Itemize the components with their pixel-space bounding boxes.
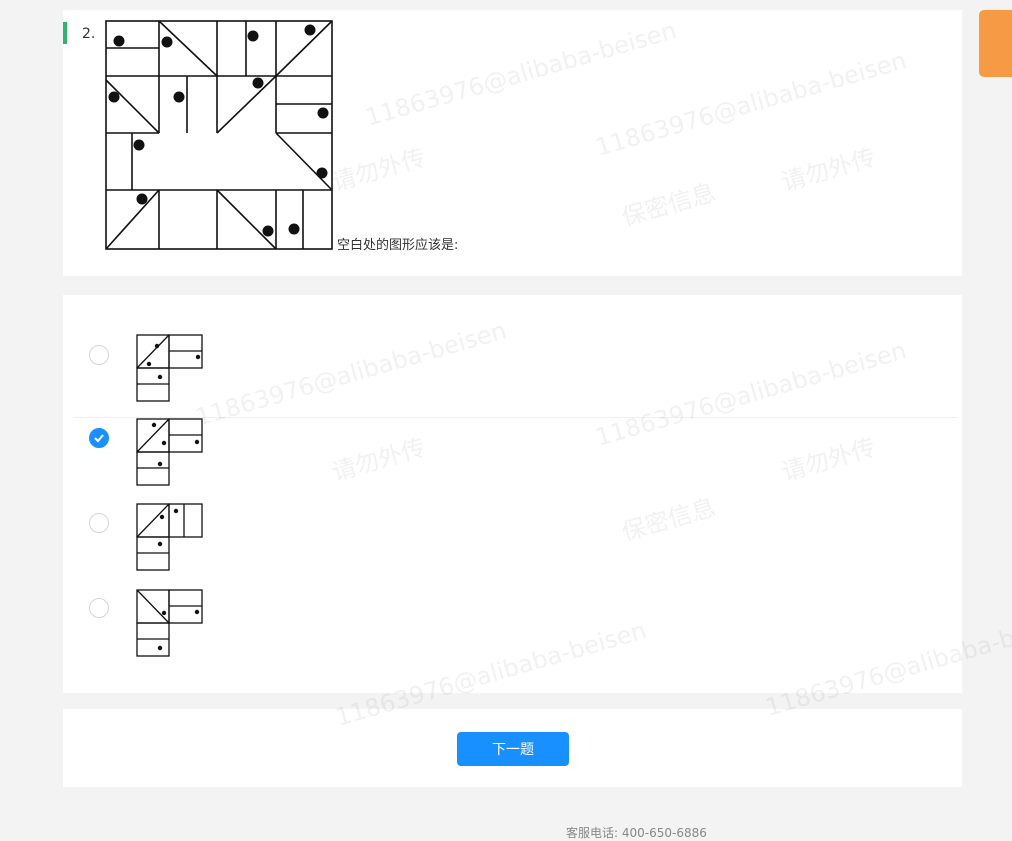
option-d-radio[interactable]: [89, 598, 109, 618]
customer-service-phone: 客服电话: 400-650-6886: [566, 826, 707, 840]
option-b-radio[interactable]: [89, 428, 109, 448]
next-question-button[interactable]: 下一题: [457, 732, 569, 766]
check-icon: [94, 434, 104, 443]
question-card: 2. 空白处的图形应该是:: [63, 10, 962, 276]
option-c-radio[interactable]: [89, 513, 109, 533]
option-b-figure[interactable]: [136, 418, 204, 486]
question-marker: [63, 22, 67, 44]
options-card: [63, 295, 962, 693]
option-a-figure[interactable]: [136, 334, 204, 402]
question-text: 空白处的图形应该是:: [337, 238, 459, 253]
option-d-figure[interactable]: [136, 589, 204, 657]
question-number: 2.: [82, 26, 96, 42]
option-a-radio[interactable]: [89, 345, 109, 365]
option-c-figure[interactable]: [136, 503, 204, 571]
side-tab[interactable]: [979, 10, 1012, 77]
puzzle-figure: [105, 20, 333, 250]
nav-card: 下一题: [63, 709, 962, 787]
option-divider: [73, 417, 958, 418]
